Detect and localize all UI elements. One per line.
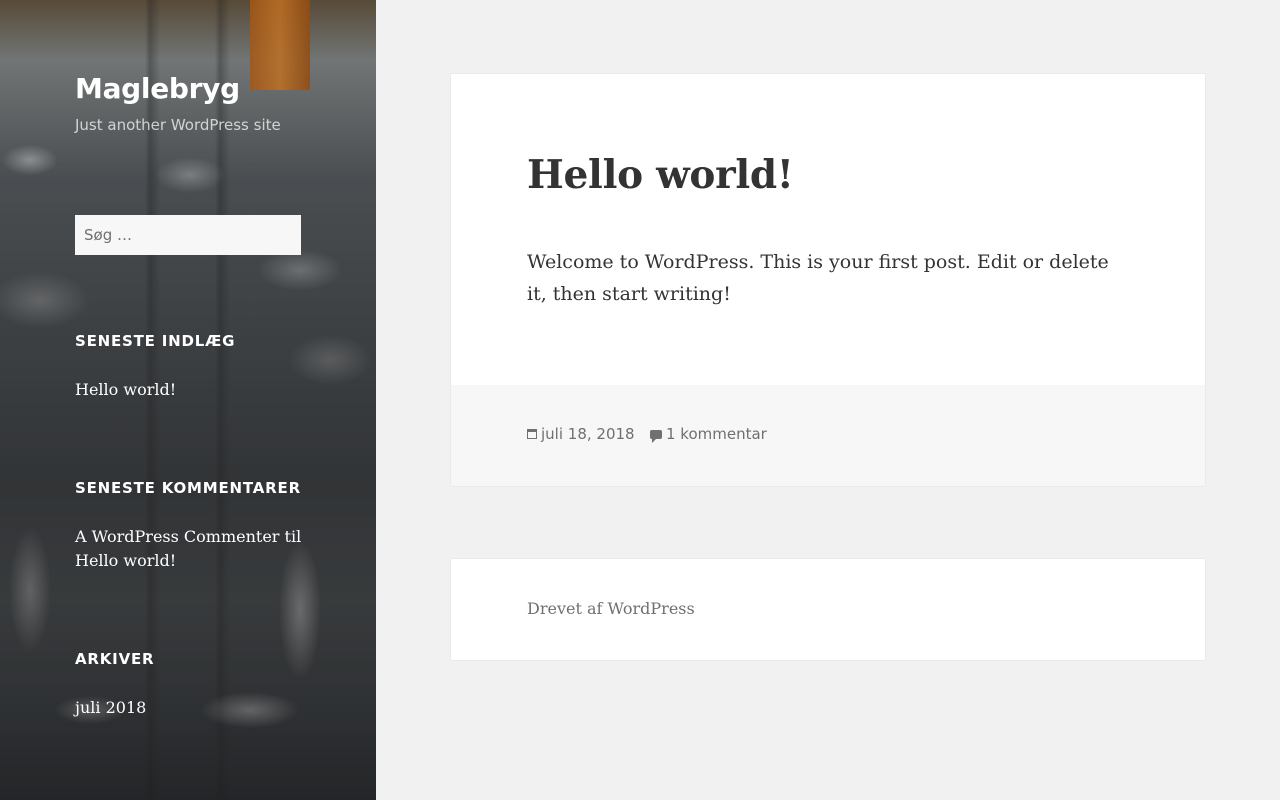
site-footer: Drevet af WordPress	[451, 559, 1205, 660]
site-description: Just another WordPress site	[75, 116, 281, 134]
post-title[interactable]: Hello world!	[527, 152, 794, 198]
recent-posts-heading: SENESTE INDLÆG	[75, 332, 236, 350]
recent-comments-heading: SENESTE KOMMENTARER	[75, 479, 301, 497]
post-body: Welcome to WordPress. This is your first…	[527, 251, 1109, 305]
post-date: juli 18, 2018	[527, 425, 635, 443]
sidebar: Maglebryg Just another WordPress site SE…	[0, 0, 376, 800]
archives-heading: ARKIVER	[75, 650, 155, 668]
post-date-link[interactable]: juli 18, 2018	[541, 425, 635, 443]
comment-bubble-icon	[650, 429, 662, 443]
post-meta-bar: juli 18, 2018 1 kommentar	[451, 385, 1205, 486]
site-title[interactable]: Maglebryg	[75, 72, 240, 105]
comments-link[interactable]: 1 kommentar	[666, 425, 767, 443]
calendar-icon	[527, 429, 537, 439]
recent-comment-link[interactable]: A WordPress Commenter til Hello world!	[75, 525, 315, 573]
powered-by-link[interactable]: Drevet af WordPress	[527, 599, 695, 618]
search-input[interactable]	[75, 215, 301, 255]
archive-link[interactable]: juli 2018	[75, 696, 315, 720]
post-comments: 1 kommentar	[650, 425, 767, 443]
recent-post-link[interactable]: Hello world!	[75, 378, 315, 402]
post-card: Hello world! Welcome to WordPress. This …	[451, 74, 1205, 486]
